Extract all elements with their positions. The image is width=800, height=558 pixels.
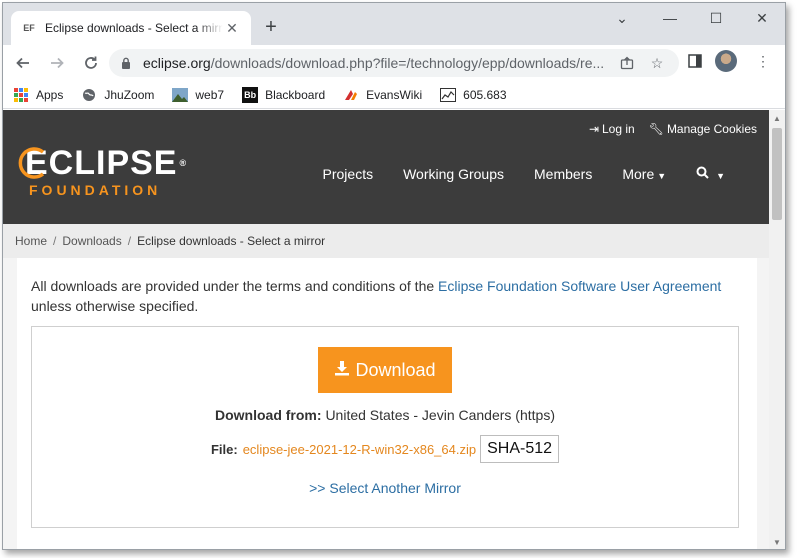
tab-strip: EF Eclipse downloads - Select a mirror ✕… — [3, 3, 785, 45]
terms-prefix: All downloads are provided under the ter… — [31, 278, 439, 294]
browser-toolbar: eclipse.org/downloads/download.php?file=… — [3, 45, 785, 81]
terms-notice: All downloads are provided under the ter… — [31, 276, 731, 316]
forward-button[interactable] — [43, 49, 71, 77]
page-viewport: ⇥ Log in 🔧︎ Manage Cookies ECLIPSE ® FOUND… — [3, 110, 771, 549]
login-icon: ⇥ — [588, 122, 599, 136]
download-from: Download from: United States - Jevin Can… — [32, 407, 738, 423]
address-bar[interactable]: eclipse.org/downloads/download.php?file=… — [109, 49, 679, 77]
url-text[interactable]: eclipse.org/downloads/download.php?file=… — [143, 55, 609, 71]
new-tab-button[interactable]: + — [259, 15, 283, 39]
file-info: File: eclipse-jee-2021-12-R-win32-x86_64… — [32, 435, 738, 463]
login-label: Log in — [602, 122, 635, 136]
nav-working-groups[interactable]: Working Groups — [403, 166, 504, 182]
download-from-label: Download from: — [215, 407, 322, 423]
file-label: File: — [210, 441, 238, 457]
bookmark-label: JhuZoom — [104, 87, 155, 102]
eclipse-logo[interactable]: ECLIPSE ® FOUNDATION — [17, 146, 187, 198]
tab-title: Eclipse downloads - Select a mirror — [45, 21, 223, 35]
menu-kebab-icon[interactable]: ⋮ — [751, 49, 775, 73]
site-header: ⇥ Log in 🔧︎ Manage Cookies ECLIPSE ® FOUND… — [3, 110, 771, 224]
share-icon[interactable] — [615, 51, 639, 75]
wrench-icon: 🔧︎ — [648, 122, 664, 136]
bookmark-label: Blackboard — [265, 87, 326, 102]
bookmark-label: EvansWiki — [366, 87, 423, 102]
tab-search-icon[interactable]: ⌄ — [599, 3, 645, 33]
sha512-button[interactable]: SHA-512 — [480, 435, 560, 463]
download-from-value: United States - Jevin Canders (https) — [325, 407, 555, 423]
nav-more-label: More — [622, 166, 655, 182]
user-agreement-link[interactable]: Eclipse Foundation Software User Agreeme… — [438, 278, 721, 294]
select-another-mirror-link[interactable]: >> Select Another Mirror — [32, 480, 738, 496]
bb-icon: Bb — [242, 86, 259, 103]
page-scrollbar[interactable]: ▲ ▼ — [769, 110, 785, 549]
eclipse-logo-mark-icon — [17, 146, 47, 180]
breadcrumb-separator: / — [127, 234, 132, 248]
minimize-button[interactable]: — — [647, 3, 693, 33]
bookmark-evanswiki[interactable]: EvansWiki — [343, 87, 422, 103]
bookmark-label: Apps — [36, 87, 64, 102]
file-name-link[interactable]: eclipse-jee-2021-12-R-win32-x86_64.zip — [243, 442, 476, 457]
nav-members[interactable]: Members — [534, 166, 592, 182]
browser-window: EF Eclipse downloads - Select a mirror ✕… — [2, 2, 786, 550]
lock-icon[interactable] — [119, 56, 133, 70]
maximize-button[interactable]: ☐ — [693, 3, 739, 33]
breadcrumb-downloads[interactable]: Downloads — [62, 234, 121, 248]
bookmark-label: web7 — [195, 87, 225, 102]
caret-down-icon: ▼ — [716, 171, 725, 181]
download-button-label: Download — [355, 359, 436, 380]
apps-grid-icon — [13, 87, 29, 103]
download-button[interactable]: Download — [318, 347, 452, 393]
reload-button[interactable] — [77, 49, 105, 77]
caret-down-icon: ▼ — [657, 171, 667, 181]
breadcrumb-separator: / — [53, 234, 57, 248]
breadcrumb-home[interactable]: Home — [15, 234, 47, 248]
registered-mark: ® — [179, 158, 188, 168]
globe-icon — [81, 87, 97, 103]
bookmark-jhuzoom[interactable]: JhuZoom — [81, 87, 154, 103]
side-panel-icon[interactable] — [683, 49, 707, 73]
close-window-button[interactable]: ✕ — [739, 3, 785, 33]
chart-icon — [440, 87, 457, 103]
download-panel: Download Download from: United States - … — [31, 326, 739, 528]
manage-cookies-label: Manage Cookies — [666, 122, 757, 136]
bookmarks-bar: Apps JhuZoom web7 Bb Blackboard EvansWik… — [3, 81, 785, 109]
profile-avatar[interactable] — [715, 50, 737, 72]
login-link[interactable]: ⇥ Log in — [589, 122, 635, 136]
bookmark-label: 605.683 — [463, 87, 507, 102]
terms-suffix: unless otherwise specified. — [31, 298, 199, 314]
nav-projects[interactable]: Projects — [323, 166, 374, 182]
tab-close-icon[interactable]: ✕ — [223, 19, 241, 37]
nav-more[interactable]: More ▼ — [622, 166, 666, 182]
manage-cookies-link[interactable]: 🔧︎ Manage Cookies — [649, 122, 757, 136]
eclipse-favicon-icon: EF — [23, 23, 35, 33]
logo-subtitle: FOUNDATION — [29, 182, 162, 198]
image-icon — [172, 87, 189, 103]
main-content: All downloads are provided under the ter… — [17, 258, 757, 549]
nav-search[interactable]: ▼ — [696, 166, 725, 182]
browser-tab[interactable]: EF Eclipse downloads - Select a mirror ✕ — [11, 11, 251, 45]
back-button[interactable] — [9, 49, 37, 77]
scroll-down-arrow-icon[interactable]: ▼ — [773, 538, 781, 547]
bookmark-605683[interactable]: 605.683 — [440, 87, 507, 103]
bookmark-blackboard[interactable]: Bb Blackboard — [242, 86, 326, 103]
main-nav: Projects Working Groups Members More ▼ ▼ — [323, 166, 725, 182]
bookmark-web7[interactable]: web7 — [172, 87, 224, 103]
header-links: ⇥ Log in 🔧︎ Manage Cookies — [589, 122, 757, 136]
bookmark-apps[interactable]: Apps — [13, 87, 63, 103]
breadcrumb: Home / Downloads / Eclipse downloads - S… — [3, 224, 771, 258]
search-icon — [696, 166, 713, 182]
download-icon — [334, 360, 350, 381]
scroll-up-arrow-icon[interactable]: ▲ — [773, 114, 781, 123]
breadcrumb-current: Eclipse downloads - Select a mirror — [137, 234, 326, 248]
wiki-icon — [343, 87, 359, 103]
scroll-thumb[interactable] — [772, 128, 782, 220]
bookmark-star-icon[interactable]: ☆ — [645, 51, 669, 75]
logo-wordmark: ECLIPSE — [25, 144, 178, 182]
